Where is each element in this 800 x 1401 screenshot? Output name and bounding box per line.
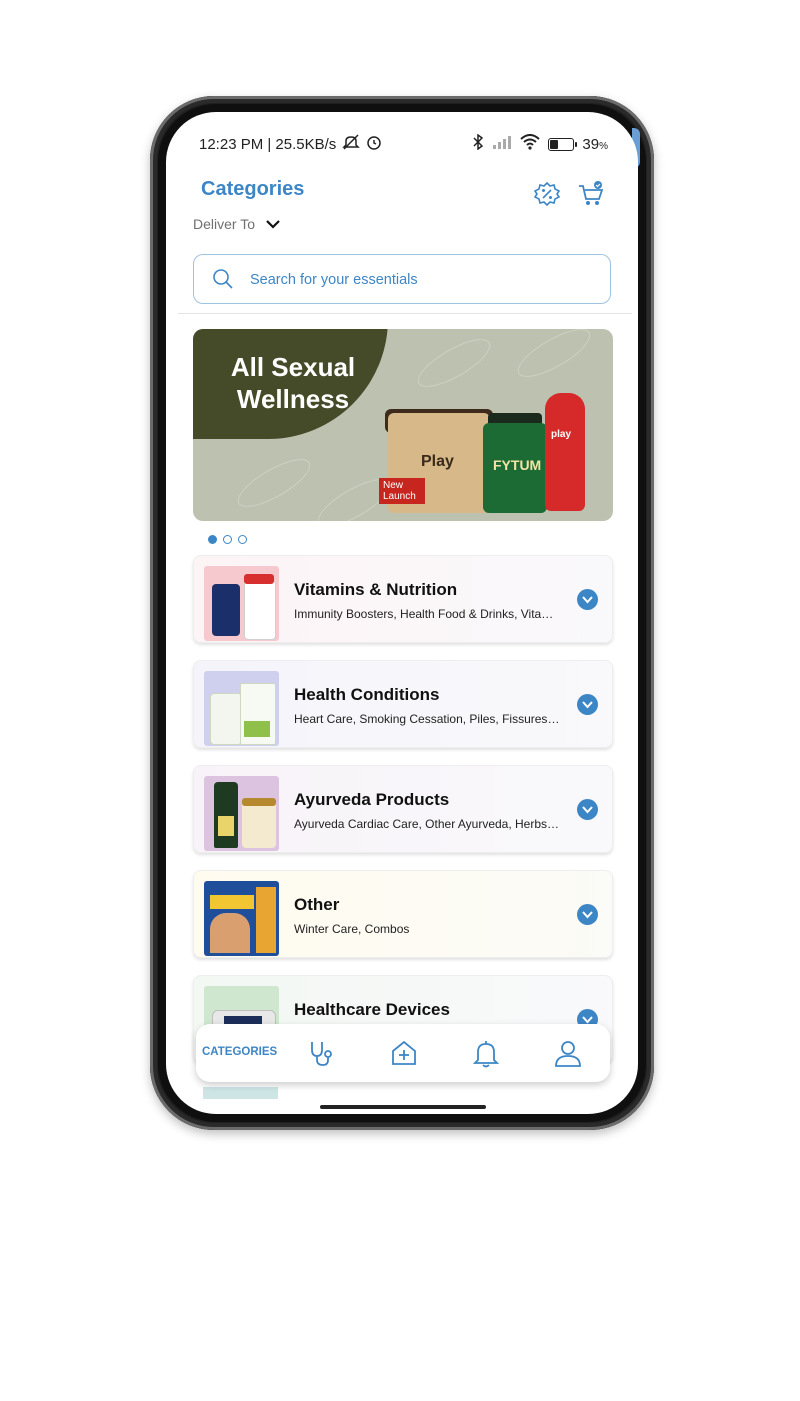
banner-title: All Sexual Wellness [230, 352, 356, 414]
profile-icon[interactable] [553, 1038, 583, 1068]
page-title: Categories [201, 178, 305, 200]
status-bar: 12:23 PM | 25.5KB/s 39% [166, 132, 638, 156]
category-subtitle: Heart Care, Smoking Cessation, Piles, Fi… [294, 712, 562, 726]
alarm-icon [366, 134, 382, 154]
leaf-decoration [231, 450, 317, 516]
expand-chevron-icon[interactable] [577, 589, 598, 610]
new-launch-tag: New Launch [379, 478, 425, 504]
battery-icon [548, 137, 578, 151]
category-card-health-conditions[interactable]: Health Conditions Heart Care, Smoking Ce… [193, 660, 613, 748]
bottle-label: FYTUM [493, 457, 542, 473]
category-title: Healthcare Devices [294, 1000, 450, 1019]
offers-icon[interactable] [533, 180, 561, 208]
app-screen: 12:23 PM | 25.5KB/s 39% Categories Deliv… [166, 112, 638, 1114]
carousel-dot[interactable] [223, 535, 232, 544]
stethoscope-icon[interactable] [306, 1038, 336, 1068]
category-title: Ayurveda Products [294, 790, 450, 809]
category-image [204, 776, 279, 851]
carousel-dot[interactable] [238, 535, 247, 544]
category-subtitle: Winter Care, Combos [294, 922, 410, 936]
expand-chevron-icon[interactable] [577, 799, 598, 820]
wifi-icon [520, 134, 541, 154]
category-subtitle: Ayurveda Cardiac Care, Other Ayurveda, H… [294, 817, 562, 831]
category-card-other[interactable]: Other Winter Care, Combos [193, 870, 613, 958]
category-card-vitamins[interactable]: Vitamins & Nutrition Immunity Boosters, … [193, 555, 613, 643]
next-category-peek [203, 1087, 278, 1099]
tube-label: play [551, 429, 572, 440]
category-title: Vitamins & Nutrition [294, 580, 458, 599]
carousel-dot[interactable] [208, 535, 217, 544]
medical-home-icon[interactable] [389, 1038, 419, 1068]
expand-chevron-icon[interactable] [577, 904, 598, 925]
deliver-to-selector[interactable]: Deliver To [193, 216, 281, 232]
leaf-decoration [411, 330, 497, 396]
signal-icon [492, 135, 512, 153]
mute-icon [342, 134, 361, 154]
status-time: 12:23 PM | 25.5KB/s [199, 135, 337, 153]
leaf-decoration [511, 329, 597, 386]
battery-fill [550, 139, 559, 149]
category-subtitle: Immunity Boosters, Health Food & Drinks,… [294, 607, 562, 621]
category-image [204, 566, 279, 641]
category-title: Other [294, 895, 340, 914]
battery-percent: 39% [582, 135, 608, 153]
search-input[interactable] [248, 265, 592, 295]
carousel-dots [208, 535, 247, 544]
expand-chevron-icon[interactable] [577, 694, 598, 715]
nav-categories[interactable]: CATEGORIES [202, 1046, 277, 1058]
promo-banner[interactable]: All Sexual Wellness Play New Launch FYTU… [193, 329, 613, 521]
category-title: Health Conditions [294, 685, 440, 704]
product-tube [545, 393, 585, 511]
bottom-nav: CATEGORIES [196, 1024, 610, 1082]
bluetooth-icon [472, 133, 484, 154]
category-image [204, 881, 279, 956]
status-left: 12:23 PM | 25.5KB/s [199, 134, 382, 154]
bell-icon[interactable] [471, 1038, 501, 1068]
chevron-down-icon [265, 216, 281, 232]
jar-label: Play [421, 453, 454, 470]
header-divider [178, 313, 632, 314]
search-bar[interactable] [193, 254, 611, 304]
search-icon [213, 269, 233, 289]
cart-icon[interactable] [577, 180, 605, 208]
category-card-ayurveda[interactable]: Ayurveda Products Ayurveda Cardiac Care,… [193, 765, 613, 853]
deliver-to-label: Deliver To [193, 216, 255, 232]
status-right: 39% [472, 133, 608, 154]
home-indicator[interactable] [320, 1105, 486, 1109]
category-image [204, 671, 279, 746]
